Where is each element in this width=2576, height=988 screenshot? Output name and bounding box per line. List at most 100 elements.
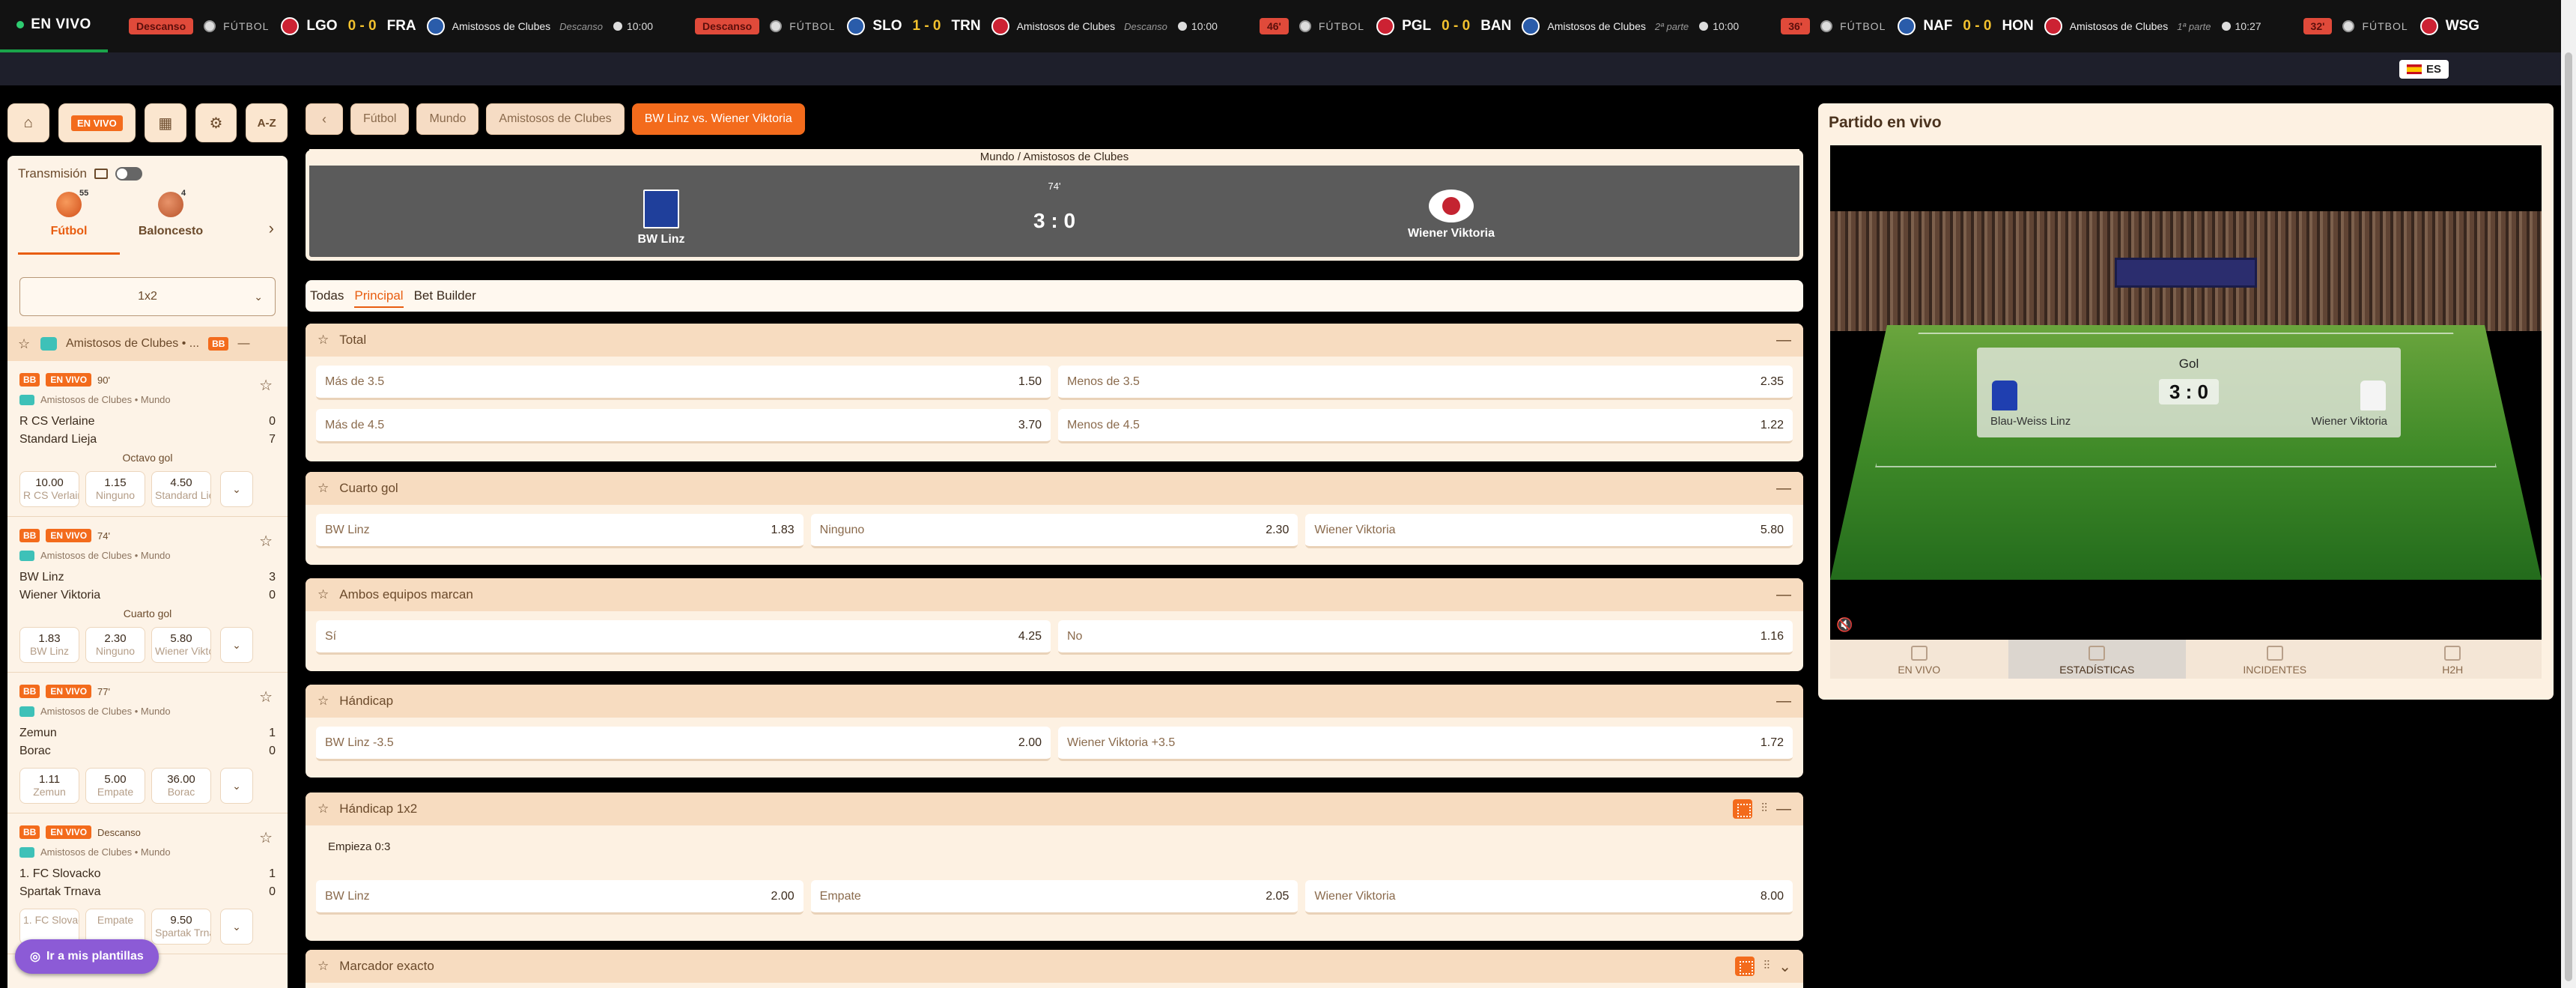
star-icon[interactable]: ☆	[318, 587, 329, 602]
ticker-item[interactable]: 36' FÚTBOL NAF 0 - 0 HON Amistosos de Cl…	[1760, 0, 2282, 52]
odds-button[interactable]: 5.80Wiener Viktoria	[151, 627, 211, 663]
breadcrumb-item[interactable]: Mundo	[416, 103, 479, 135]
collapse-icon[interactable]: —	[1776, 480, 1791, 497]
grid-view-icon[interactable]	[1735, 957, 1755, 976]
more-markets-button[interactable]: ⌄	[220, 471, 253, 507]
selection-button[interactable]: Sí 4.25	[316, 620, 1051, 655]
match-tracker-animation[interactable]: Gol 3 : 0 Blau-Weiss Linz Wiener Viktori…	[1830, 145, 2542, 640]
live-events-sidebar: Transmisión 55 Fútbol 4 Baloncesto › 1x2…	[7, 156, 288, 988]
home-button[interactable]: ⌂	[7, 103, 49, 142]
odds-button[interactable]: 9.50Spartak Trnava	[151, 909, 211, 945]
star-icon[interactable]: ☆	[318, 694, 329, 709]
odds-button[interactable]: 1.83 BW Linz	[19, 627, 79, 663]
live-filter-button[interactable]: EN VIVO	[58, 103, 136, 142]
collapse-icon[interactable]: —	[237, 337, 249, 351]
odds-button[interactable]: 10.00R CS Verlaine	[19, 471, 79, 507]
ticker-item[interactable]: 32' FÚTBOL WSG	[2282, 0, 2512, 52]
my-templates-button[interactable]: ◎ Ir a mis plantillas	[15, 939, 159, 974]
page-scrollbar[interactable]	[2561, 0, 2576, 988]
tab-principal[interactable]: Principal	[354, 288, 404, 308]
settings-button[interactable]: ⚙	[195, 103, 237, 142]
odds-button[interactable]: 4.50Standard Lieja	[151, 471, 211, 507]
market-dropdown[interactable]: 1x2 ⌄	[19, 277, 276, 316]
more-markets-button[interactable]: ⌄	[220, 627, 253, 663]
selection-button[interactable]: Wiener Viktoria +3.5 1.72	[1058, 727, 1793, 761]
odds-button[interactable]: 1.15 Ninguno	[85, 471, 145, 507]
tab-todas[interactable]: Todas	[310, 288, 344, 303]
selection-button[interactable]: Más de 4.5 3.70	[316, 409, 1051, 443]
tab-bet-builder[interactable]: Bet Builder	[414, 288, 476, 303]
sport-tab-football[interactable]: 55 Fútbol	[18, 186, 120, 255]
market-header[interactable]: ☆ Cuarto gol —	[306, 472, 1803, 505]
tab-incidentes[interactable]: INCIDENTES	[2186, 640, 2364, 679]
star-icon[interactable]: ☆	[318, 481, 329, 496]
star-icon[interactable]: ☆	[318, 333, 329, 348]
selection-button[interactable]: BW Linz 2.00	[316, 880, 804, 915]
ticker-item[interactable]: Descanso FÚTBOL SLO 1 - 0 TRN Amistosos …	[674, 0, 1239, 52]
selection-button[interactable]: Wiener Viktoria 5.80	[1305, 514, 1793, 548]
tab-estadisticas[interactable]: ESTADÍSTICAS	[2008, 640, 2186, 679]
selection-button[interactable]: Menos de 4.5 1.22	[1058, 409, 1793, 443]
selection-button[interactable]: Ninguno 2.30	[810, 514, 1298, 548]
more-markets-button[interactable]: ⌄	[220, 768, 253, 804]
more-markets-button[interactable]: ⌄	[220, 909, 253, 945]
transmission-toggle[interactable]	[115, 167, 142, 181]
star-icon[interactable]: ☆	[318, 801, 329, 816]
away-score: 0	[269, 745, 276, 757]
tab-en-vivo[interactable]: EN VIVO	[1830, 640, 2008, 679]
league-header[interactable]: ☆ Amistosos de Clubes • ... BB —	[7, 327, 288, 361]
collapse-icon[interactable]: —	[1776, 587, 1791, 604]
market-header[interactable]: ☆ Total —	[306, 324, 1803, 357]
market-header[interactable]: ☆ Hándicap 1x2 ⫶⫶ —	[306, 792, 1803, 825]
selection-button[interactable]: No 1.16	[1058, 620, 1793, 655]
breadcrumb-current[interactable]: BW Linz vs. Wiener Viktoria	[631, 103, 805, 135]
star-icon[interactable]: ☆	[259, 688, 273, 706]
chevron-down-icon[interactable]: ⌄	[1778, 957, 1791, 976]
chevron-right-icon[interactable]: ›	[269, 219, 274, 238]
basketball-icon	[158, 192, 183, 217]
sport-tab-basketball[interactable]: 4 Baloncesto	[120, 186, 222, 264]
star-icon[interactable]: ☆	[259, 532, 273, 551]
selection-button[interactable]: Empate 2.05	[810, 880, 1298, 915]
match-card[interactable]: BB EN VIVO Descanso ☆ Amistosos de Clubes …	[7, 813, 288, 954]
collapse-icon[interactable]: —	[1776, 693, 1791, 710]
ticker-item[interactable]: 46' FÚTBOL PGL 0 - 0 BAN Amistosos de Cl…	[1239, 0, 1760, 52]
sliders-icon[interactable]: ⫶⫶	[1764, 960, 1770, 973]
odds-button[interactable]: 36.00 Borac	[151, 768, 211, 804]
sliders-icon[interactable]: ⫶⫶	[1761, 802, 1767, 816]
star-icon[interactable]: ☆	[18, 337, 31, 351]
language-selector[interactable]: ES	[2399, 59, 2449, 79]
selection-button[interactable]: Menos de 3.5 2.35	[1058, 366, 1793, 400]
selection-button[interactable]: Más de 3.5 1.50	[316, 366, 1051, 400]
breadcrumb-item[interactable]: Amistosos de Clubes	[486, 103, 625, 135]
star-icon[interactable]: ☆	[259, 376, 273, 395]
selection-button[interactable]: BW Linz -3.5 2.00	[316, 727, 1051, 761]
collapse-icon[interactable]: —	[1776, 801, 1791, 818]
market-header[interactable]: ☆ Ambos equipos marcan —	[306, 578, 1803, 611]
grid-view-icon[interactable]	[1732, 799, 1752, 819]
kickoff-time: 10:27	[2235, 20, 2261, 32]
calendar-button[interactable]: ▦	[145, 103, 186, 142]
scrollbar-thumb[interactable]	[2565, 52, 2572, 981]
ticker-item[interactable]: Descanso FÚTBOL LGO 0 - 0 FRA Amistosos …	[108, 0, 674, 52]
tab-h2h[interactable]: H2H	[2364, 640, 2542, 679]
breadcrumb-item[interactable]: Fútbol	[350, 103, 410, 135]
calendar-icon: ▦	[158, 115, 173, 132]
odds-button[interactable]: 1.11 Zemun	[19, 768, 79, 804]
market-header[interactable]: ☆ Hándicap —	[306, 685, 1803, 718]
star-icon[interactable]: ☆	[318, 959, 329, 974]
mute-icon[interactable]: 🔇	[1836, 617, 1853, 633]
star-icon[interactable]: ☆	[259, 828, 273, 847]
match-card[interactable]: BB EN VIVO 90' ☆ Amistosos de Clubes • Mun…	[7, 361, 288, 517]
live-label[interactable]: EN VIVO	[0, 0, 108, 52]
odds-button[interactable]: 2.30 Ninguno	[85, 627, 145, 663]
odds-button[interactable]: 5.00 Empate	[85, 768, 145, 804]
market-header[interactable]: ☆ Marcador exacto ⫶⫶ ⌄	[306, 950, 1803, 983]
sort-az-button[interactable]: A-Z	[246, 103, 288, 142]
match-card[interactable]: BB EN VIVO 77' ☆ Amistosos de Clubes • Mun…	[7, 673, 288, 813]
back-button[interactable]: ‹	[306, 103, 343, 135]
selection-button[interactable]: BW Linz 1.83	[316, 514, 804, 548]
selection-button[interactable]: Wiener Viktoria 8.00	[1305, 880, 1793, 915]
collapse-icon[interactable]: —	[1776, 332, 1791, 349]
match-card[interactable]: BB EN VIVO 74' ☆ Amistosos de Clubes • Mun…	[7, 517, 288, 673]
